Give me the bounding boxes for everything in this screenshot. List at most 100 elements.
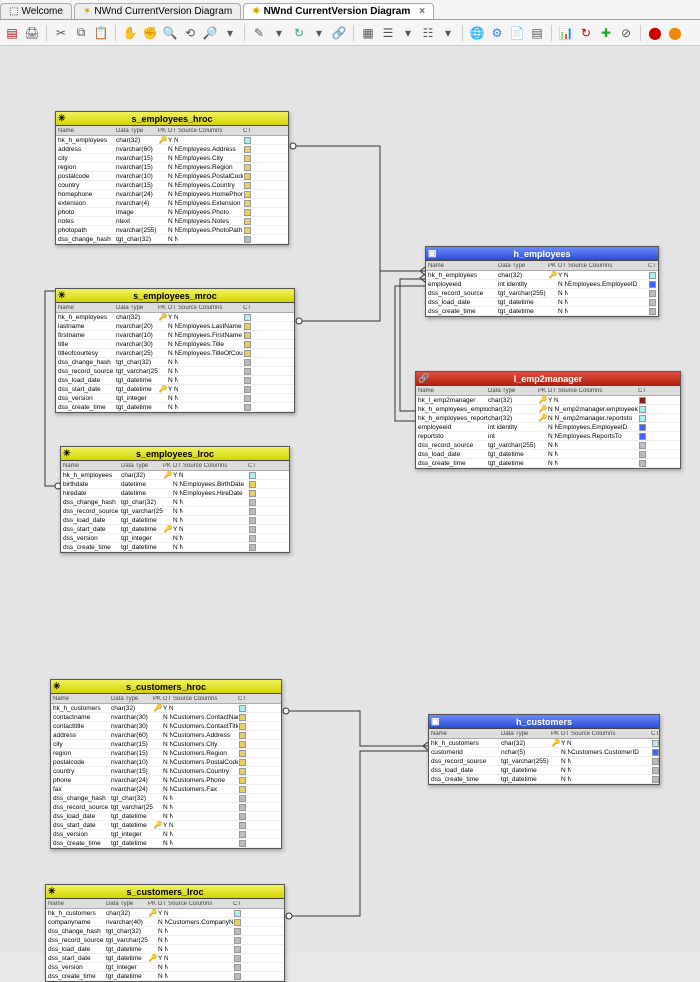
column-row[interactable]: hk_h_customers char(32) 🔑 Y N [429,739,659,748]
column-row[interactable]: dss_start_date tgt_datetime 🔑 Y N [56,385,294,394]
entity-title[interactable]: ✳s_employees_hroc [56,112,288,126]
zoom-in-icon[interactable]: 🔍 [162,25,178,41]
network-icon[interactable]: ⚙ [489,25,505,41]
column-row[interactable]: postalcode nvarchar(10) N N Employees.Po… [56,172,288,181]
column-row[interactable]: hk_h_employees char(32) 🔑 Y N [56,313,294,322]
stop-icon[interactable]: ⊘ [618,25,634,41]
column-row[interactable]: dss_create_time tgt_datetime N N [416,459,680,468]
entity-h_customers[interactable]: ▣h_customersNameData TypePKDTSource Colu… [428,714,660,785]
tab-welcome[interactable]: ⬚Welcome [0,3,72,19]
zoom-reset-icon[interactable]: ⟲ [182,25,198,41]
add-icon[interactable]: ✚ [598,25,614,41]
column-row[interactable]: dss_load_date tgt_datetime N N [61,516,289,525]
column-row[interactable]: dss_load_date tgt_datetime N N [426,298,658,307]
column-row[interactable]: dss_load_date tgt_datetime N N [51,812,281,821]
column-row[interactable]: dss_start_date tgt_datetime 🔑 Y N [46,954,284,963]
column-row[interactable]: dss_version tgt_integer N N [61,534,289,543]
close-icon[interactable]: × [419,6,425,17]
column-row[interactable]: dss_version tgt_integer N N [46,963,284,972]
chevron-down-icon[interactable]: ▾ [440,25,456,41]
column-row[interactable]: dss_create_time tgt_datetime N N [51,839,281,848]
column-row[interactable]: hiredate datetime N N Employees.HireDate [61,489,289,498]
column-row[interactable]: employeeid int identity N N Employees.Em… [426,280,658,289]
entity-title[interactable]: ✳s_employees_mroc [56,289,294,303]
column-row[interactable]: address nvarchar(60) N N Employees.Addre… [56,145,288,154]
globe-icon[interactable]: 🌐 [469,25,485,41]
column-row[interactable]: dss_change_hash tgt_char(32) N N [56,358,294,367]
refresh-icon[interactable]: ↻ [291,25,307,41]
entity-title[interactable]: ✳s_customers_lroc [46,885,284,899]
column-row[interactable]: dss_change_hash tgt_char(32) N N [51,794,281,803]
warn-icon[interactable]: ⬤ [667,25,683,41]
entity-title[interactable]: ✳s_customers_hroc [51,680,281,694]
column-row[interactable]: titleofcourtesy nvarchar(25) N N Employe… [56,349,294,358]
entity-l_emp2manager[interactable]: 🔗l_emp2managerNameData TypePKDTSource Co… [415,371,681,469]
entity-title[interactable]: ▣h_customers [429,715,659,729]
column-row[interactable]: hk_h_customers char(32) 🔑 Y N [51,704,281,713]
column-row[interactable]: region nvarchar(15) N N Customers.Region [51,749,281,758]
tab-diagram-1[interactable]: ✴NWnd CurrentVersion Diagram [74,3,241,19]
print-icon[interactable]: 🖨 [24,25,40,41]
cut-icon[interactable]: ✂ [53,25,69,41]
tab-diagram-2-active[interactable]: ✴NWnd CurrentVersion Diagram× [243,3,434,19]
document-icon[interactable]: 📄 [509,25,525,41]
entity-s_customers_hroc[interactable]: ✳s_customers_hrocNameData TypePKDTSource… [50,679,282,849]
entity-s_employees_lroc[interactable]: ✳s_employees_lrocNameData TypePKDTSource… [60,446,290,553]
column-row[interactable]: lastname nvarchar(20) N N Employees.Last… [56,322,294,331]
column-row[interactable]: customerid nchar(5) N N Customers.Custom… [429,748,659,757]
column-row[interactable]: dss_record_source tgt_varchar(255) N N [61,507,289,516]
reload-icon[interactable]: ↻ [578,25,594,41]
column-row[interactable]: extension nvarchar(4) N N Employees.Exte… [56,199,288,208]
table-icon[interactable]: ▤ [529,25,545,41]
column-row[interactable]: companyname nvarchar(40) N N Customers.C… [46,918,284,927]
column-row[interactable]: title nvarchar(30) N N Employees.Title [56,340,294,349]
chevron-down-icon[interactable]: ▾ [311,25,327,41]
column-row[interactable]: fax nvarchar(24) N N Customers.Fax [51,785,281,794]
column-row[interactable]: dss_create_time tgt_datetime N N [61,543,289,552]
chart-icon[interactable]: 📊 [558,25,574,41]
chevron-down-icon[interactable]: ▾ [222,25,238,41]
column-row[interactable]: hk_h_employees char(32) 🔑 Y N [56,136,288,145]
column-row[interactable]: hk_h_employees char(32) 🔑 Y N [61,471,289,480]
column-row[interactable]: dss_version tgt_integer N N [51,830,281,839]
column-row[interactable]: dss_load_date tgt_datetime N N [429,766,659,775]
column-row[interactable]: photo image N N Employees.Photo [56,208,288,217]
column-row[interactable]: firstname nvarchar(10) N N Employees.Fir… [56,331,294,340]
record-icon[interactable]: ⬤ [647,25,663,41]
copy-icon[interactable]: ⧉ [73,25,89,41]
column-row[interactable]: dss_load_date tgt_datetime N N [416,450,680,459]
column-row[interactable]: homephone nvarchar(24) N N Employees.Hom… [56,190,288,199]
grid-icon[interactable]: ▦ [360,25,376,41]
list-icon[interactable]: ☰ [380,25,396,41]
column-row[interactable]: dss_change_hash tgt_char(32) N N [56,235,288,244]
entity-title[interactable]: ✳s_employees_lroc [61,447,289,461]
pencil-icon[interactable]: ✎ [251,25,267,41]
column-row[interactable]: dss_record_source tgt_varchar(255) N N [56,367,294,376]
column-row[interactable]: contactname nvarchar(30) N N Customers.C… [51,713,281,722]
column-row[interactable]: postalcode nvarchar(10) N N Customers.Po… [51,758,281,767]
column-row[interactable]: hk_h_employees char(32) 🔑 Y N [426,271,658,280]
column-row[interactable]: region nvarchar(15) N N Employees.Region [56,163,288,172]
column-row[interactable]: dss_create_time tgt_datetime N N [429,775,659,784]
column-row[interactable]: dss_create_time tgt_datetime N N [56,403,294,412]
column-row[interactable]: dss_change_hash tgt_char(32) N N [46,927,284,936]
column-row[interactable]: hk_h_employees_reportsto char(32) 🔑 N N … [416,414,680,423]
column-row[interactable]: country nvarchar(15) N N Customers.Count… [51,767,281,776]
column-row[interactable]: dss_record_source tgt_varchar(255) N N [416,441,680,450]
pdf-icon[interactable]: ▤ [4,25,20,41]
column-row[interactable]: phone nvarchar(24) N N Customers.Phone [51,776,281,785]
column-row[interactable]: reportsto int N N Employees.ReportsTo [416,432,680,441]
column-row[interactable]: hk_l_emp2manager char(32) 🔑 Y N [416,396,680,405]
zoom-out-icon[interactable]: 🔎 [202,25,218,41]
paste-icon[interactable]: 📋 [93,25,109,41]
columns-icon[interactable]: ☷ [420,25,436,41]
column-row[interactable]: dss_version tgt_integer N N [56,394,294,403]
column-row[interactable]: address nvarchar(60) N N Customers.Addre… [51,731,281,740]
column-row[interactable]: hk_h_employees_employeeid char(32) 🔑 N N… [416,405,680,414]
column-row[interactable]: dss_start_date tgt_datetime 🔑 Y N [51,821,281,830]
pan-icon[interactable]: ✊ [142,25,158,41]
column-row[interactable]: dss_load_date tgt_datetime N N [56,376,294,385]
entity-title[interactable]: 🔗l_emp2manager [416,372,680,386]
column-row[interactable]: dss_record_source tgt_varchar(255) N N [46,936,284,945]
column-row[interactable]: photopath nvarchar(255) N N Employees.Ph… [56,226,288,235]
